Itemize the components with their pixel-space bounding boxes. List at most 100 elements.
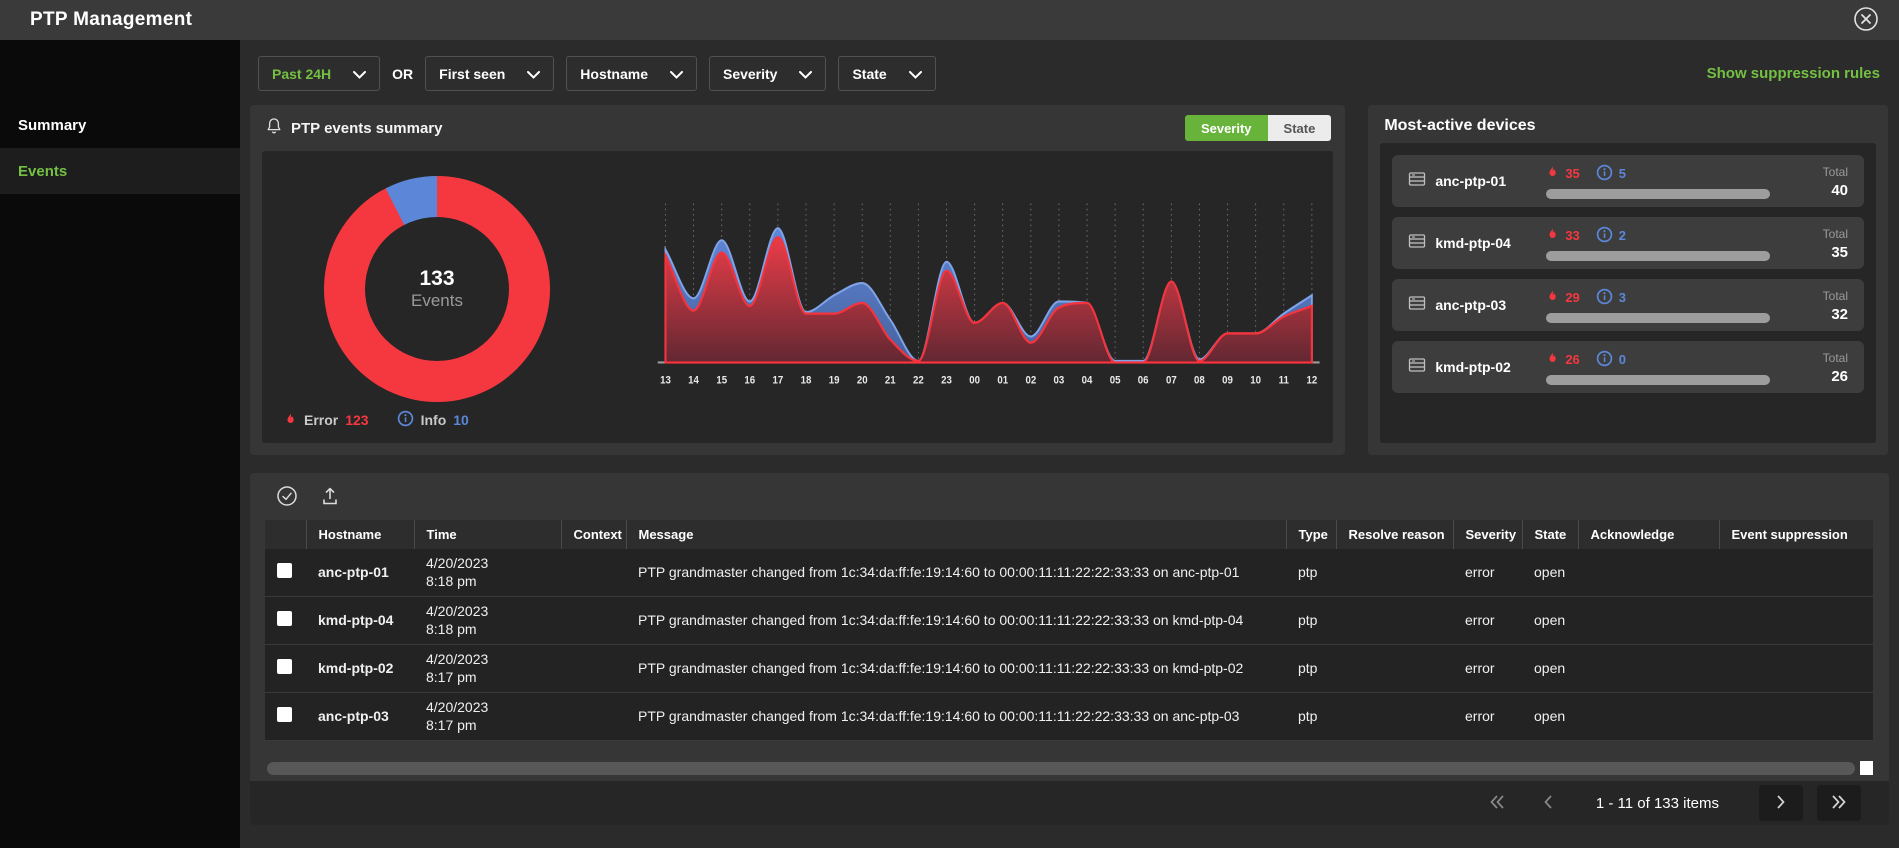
device-card-kmd-ptp-04[interactable]: kmd-ptp-04 33 2 Total 35 [1392, 217, 1864, 269]
hostname-dropdown[interactable]: Hostname [566, 56, 697, 91]
cell-type: ptp [1286, 644, 1336, 693]
next-page-button[interactable] [1759, 785, 1803, 821]
first-page-button[interactable] [1484, 790, 1510, 817]
last-page-button[interactable] [1817, 785, 1861, 821]
table-row: anc-ptp-03 4/20/2023 8:17 pm PTP grandmast… [265, 692, 1873, 741]
total-label: Total [1822, 288, 1848, 303]
cell-message: PTP grandmaster changed from 1c:34:da:ff… [626, 596, 1286, 645]
cell-state: open [1522, 644, 1578, 693]
device-name: kmd-ptp-04 [1435, 235, 1511, 251]
row-checkbox[interactable] [277, 610, 292, 626]
row-checkbox[interactable] [277, 658, 292, 674]
toggle-state[interactable]: State [1267, 115, 1332, 141]
device-info-count: 3 [1618, 290, 1627, 305]
select-all-button[interactable] [276, 485, 298, 510]
flame-icon [1546, 226, 1559, 245]
cell-hostname: anc-ptp-01 [306, 549, 414, 597]
devices-panel-title: Most-active devices [1384, 117, 1536, 134]
chevron-down-icon [353, 66, 367, 82]
events-timeline-chart: 13 14 15 16 17 18 19 20 21 22 23 00 01 02 03 04 05 06 07 08… [657, 203, 1320, 387]
server-icon [1408, 295, 1426, 316]
row-checkbox[interactable] [277, 562, 292, 578]
cell-hostname: anc-ptp-03 [306, 692, 414, 741]
device-card-anc-ptp-03[interactable]: anc-ptp-03 29 3 Total 32 [1392, 279, 1864, 331]
chevron-right-icon [1775, 794, 1787, 813]
chevron-down-icon [799, 66, 813, 82]
cell-context [561, 644, 626, 693]
cell-resolve_reason [1336, 644, 1453, 693]
device-counts-block: 29 3 [1546, 288, 1770, 323]
sidebar-item-events[interactable]: Events [0, 148, 240, 194]
row-checkbox[interactable] [277, 706, 292, 722]
severity-dropdown[interactable]: Severity [708, 56, 827, 91]
device-total: Total 32 [1792, 286, 1848, 324]
device-activity-bar [1546, 188, 1770, 199]
prev-page-button[interactable] [1538, 790, 1558, 817]
severity-donut-chart: 133 Events [324, 176, 550, 402]
flame-icon [1546, 288, 1559, 307]
svg-text:20: 20 [857, 375, 868, 386]
donut-center-label: 133 Events [324, 176, 550, 402]
first-seen-dropdown[interactable]: First seen [425, 56, 555, 91]
cell-event_suppression [1719, 596, 1873, 645]
scrollbar-thumb[interactable] [267, 761, 1855, 775]
chevron-down-icon [669, 66, 683, 82]
legend-info: Info 10 [397, 410, 469, 430]
horizontal-scrollbar[interactable] [267, 761, 1873, 775]
flame-icon [284, 411, 297, 430]
device-card-kmd-ptp-02[interactable]: kmd-ptp-02 26 0 Total 26 [1392, 341, 1864, 393]
select-column-header [265, 520, 306, 549]
device-activity-bar [1546, 374, 1770, 385]
legend-error: Error 123 [284, 411, 369, 430]
chevron-left-icon [1542, 794, 1554, 813]
device-name: kmd-ptp-02 [1435, 359, 1511, 375]
events-table-panel: Hostname Time Context Message Type Resolve re… [250, 473, 1889, 825]
close-button[interactable] [1851, 4, 1881, 37]
show-suppression-rules-link[interactable]: Show suppression rules [1707, 65, 1880, 82]
svg-text:02: 02 [1025, 375, 1036, 386]
device-card-anc-ptp-01[interactable]: anc-ptp-01 35 5 Total 40 [1392, 155, 1864, 207]
info-icon [1596, 288, 1613, 308]
legend-label: Info [420, 412, 447, 428]
or-label: OR [392, 65, 414, 82]
svg-text:15: 15 [716, 375, 727, 386]
total-value: 40 [1831, 182, 1848, 199]
window-header: PTP Management [0, 0, 1899, 40]
svg-text:11: 11 [1279, 375, 1290, 386]
total-value: 26 [1831, 368, 1848, 385]
cell-message: PTP grandmaster changed from 1c:34:da:ff… [626, 644, 1286, 693]
cell-severity: error [1453, 692, 1522, 741]
events-timeline-block: 13 14 15 16 17 18 19 20 21 22 23 00 01 02 03 04 05 06 07 08… [650, 151, 1333, 443]
cell-hostname: kmd-ptp-02 [306, 644, 414, 693]
export-button[interactable] [320, 486, 340, 510]
device-id: anc-ptp-01 [1408, 171, 1546, 192]
svg-text:09: 09 [1222, 375, 1233, 386]
cell-context [561, 692, 626, 741]
svg-text:17: 17 [773, 375, 784, 386]
sidebar-item-summary[interactable]: Summary [0, 102, 240, 148]
main-content: Past 24H OR First seen Hostname Severity St… [240, 40, 1899, 848]
cell-state: open [1522, 596, 1578, 645]
svg-text:08: 08 [1194, 375, 1205, 386]
toggle-severity[interactable]: Severity [1184, 115, 1268, 141]
cell-hostname: kmd-ptp-04 [306, 596, 414, 645]
device-info-count: 2 [1618, 228, 1627, 243]
cell-type: ptp [1286, 692, 1336, 741]
ptp-management-window: PTP Management Summary Events Past 24H OR… [0, 0, 1899, 848]
time-range-dropdown[interactable]: Past 24H [258, 56, 381, 91]
chevron-down-icon [527, 66, 541, 82]
device-id: kmd-ptp-02 [1408, 357, 1546, 378]
cell-time: 4/20/2023 8:17 pm [414, 644, 561, 693]
cell-acknowledge [1578, 596, 1719, 645]
cell-context [561, 596, 626, 645]
scrollbar-corner[interactable] [1860, 761, 1873, 775]
cell-time: 4/20/2023 8:18 pm [414, 549, 561, 597]
state-dropdown[interactable]: State [838, 56, 936, 91]
page-title: PTP Management [30, 9, 193, 30]
device-name: anc-ptp-03 [1435, 297, 1507, 313]
column-header-type: Type [1285, 520, 1336, 549]
dashboard-panels: PTP events summary Severity State 133 Eve… [250, 105, 1888, 455]
column-header-message: Message [625, 520, 1286, 549]
summary-charts-area: 133 Events Error 123 Info 10 13 14 15 16 17 18… [262, 151, 1334, 443]
info-icon [1596, 164, 1613, 184]
